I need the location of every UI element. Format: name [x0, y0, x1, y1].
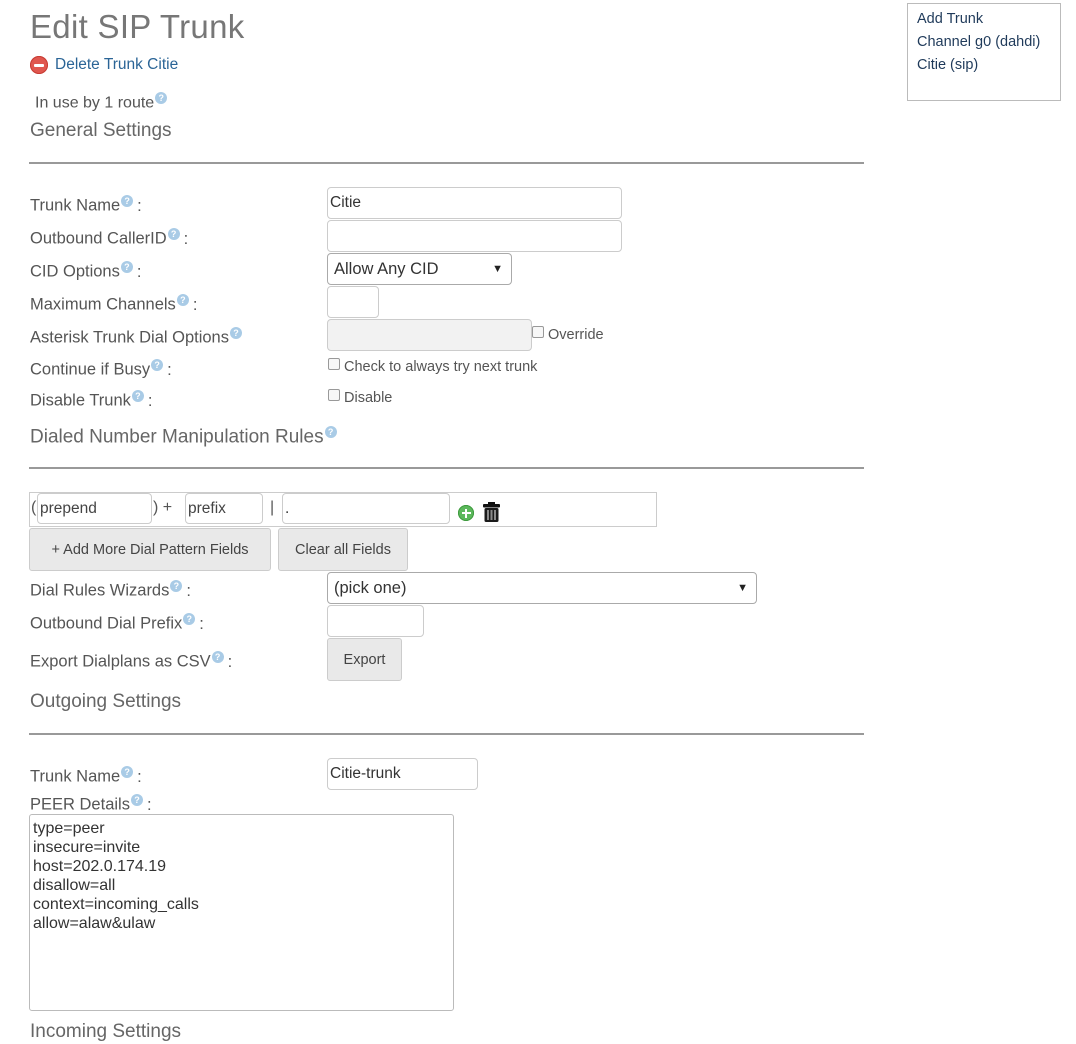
chevron-down-icon: ▼: [492, 263, 503, 275]
close-paren-plus: ) +: [153, 499, 173, 516]
continue-if-busy-cb-label: Check to always try next trunk: [344, 359, 538, 375]
trunk-sidebar: Add Trunk Channel g0 (dahdi) Citie (sip): [907, 3, 1061, 101]
page-title: Edit SIP Trunk: [30, 8, 245, 45]
divider: [29, 467, 864, 469]
clear-all-fields-button[interactable]: Clear all Fields: [278, 528, 408, 571]
dial-options-label: Asterisk Trunk Dial Options?: [30, 327, 242, 348]
help-icon[interactable]: ?: [151, 359, 164, 371]
help-icon[interactable]: ?: [170, 580, 183, 592]
trunk-name-label: Trunk Name?:: [30, 195, 142, 215]
help-icon[interactable]: ?: [211, 651, 224, 663]
cid-options-label: CID Options?:: [30, 261, 142, 281]
cid-options-select[interactable]: Allow Any CID ▼: [327, 253, 512, 285]
help-icon[interactable]: ?: [130, 794, 143, 806]
add-pattern-icon[interactable]: [458, 505, 474, 521]
help-icon[interactable]: ?: [229, 327, 242, 339]
export-button[interactable]: Export: [327, 638, 402, 681]
divider: [29, 733, 864, 735]
sidebar-item-citie[interactable]: Citie (sip): [917, 57, 1051, 73]
add-more-dial-pattern-button[interactable]: + Add More Dial Pattern Fields: [29, 528, 271, 571]
peer-details-textarea[interactable]: type=peer insecure=invite host=202.0.174…: [29, 814, 454, 1011]
delete-trunk-label[interactable]: Delete Trunk Citie: [55, 56, 178, 74]
divider: [29, 162, 864, 164]
trash-icon[interactable]: [481, 502, 502, 523]
outbound-callerid-input[interactable]: [327, 220, 622, 252]
help-icon[interactable]: ?: [131, 390, 144, 402]
override-checkbox[interactable]: [532, 326, 544, 338]
help-icon[interactable]: ?: [155, 92, 168, 104]
match-pattern-input[interactable]: .: [282, 493, 450, 524]
help-icon[interactable]: ?: [183, 613, 196, 625]
delete-trunk-link[interactable]: Delete Trunk Citie: [30, 56, 178, 74]
trunk-name-input[interactable]: Citie: [327, 187, 622, 219]
disable-trunk-checkbox[interactable]: [328, 389, 340, 401]
outbound-callerid-label: Outbound CallerID?:: [30, 228, 189, 248]
help-icon[interactable]: ?: [176, 294, 189, 306]
outbound-dial-prefix-input[interactable]: [327, 605, 424, 637]
section-general-settings: General Settings: [30, 120, 172, 141]
help-icon[interactable]: ?: [121, 766, 134, 778]
outbound-dial-prefix-label: Outbound Dial Prefix?:: [30, 613, 204, 633]
override-label: Override: [548, 327, 604, 343]
help-icon[interactable]: ?: [121, 195, 134, 207]
outgoing-trunk-name-input[interactable]: Citie-trunk: [327, 758, 478, 790]
dial-rules-wizards-select[interactable]: (pick one) ▼: [327, 572, 757, 604]
continue-if-busy-checkbox[interactable]: [328, 358, 340, 370]
delete-icon[interactable]: [30, 56, 48, 74]
dial-options-input[interactable]: [327, 319, 532, 351]
outgoing-trunk-name-label: Trunk Name?:: [30, 766, 142, 786]
help-icon[interactable]: ?: [167, 228, 180, 240]
dial-rules-wizards-label: Dial Rules Wizards?:: [30, 580, 191, 600]
disable-trunk-label: Disable Trunk?:: [30, 390, 153, 410]
help-icon[interactable]: ?: [120, 261, 133, 273]
section-incoming-settings: Incoming Settings: [30, 1021, 182, 1042]
pipe-separator: |: [270, 499, 275, 516]
help-icon[interactable]: ?: [324, 426, 337, 438]
in-use-text: In use by 1 route?: [35, 92, 168, 112]
disable-trunk-cb-label: Disable: [344, 390, 393, 406]
prepend-input[interactable]: prepend: [37, 493, 152, 524]
prefix-input[interactable]: prefix: [185, 493, 263, 524]
maximum-channels-label: Maximum Channels?:: [30, 294, 198, 314]
maximum-channels-input[interactable]: [327, 286, 379, 318]
sidebar-item-channel-g0[interactable]: Channel g0 (dahdi): [917, 34, 1051, 50]
chevron-down-icon: ▼: [737, 582, 748, 594]
continue-if-busy-label: Continue if Busy?:: [30, 359, 172, 379]
export-dialplans-label: Export Dialplans as CSV?:: [30, 651, 233, 671]
section-dial-rules: Dialed Number Manipulation Rules?: [30, 426, 337, 448]
peer-details-label: PEER Details?:: [30, 794, 152, 814]
sidebar-item-add-trunk[interactable]: Add Trunk: [917, 11, 1051, 27]
section-outgoing-settings: Outgoing Settings: [30, 691, 182, 712]
open-paren: (: [31, 499, 37, 516]
